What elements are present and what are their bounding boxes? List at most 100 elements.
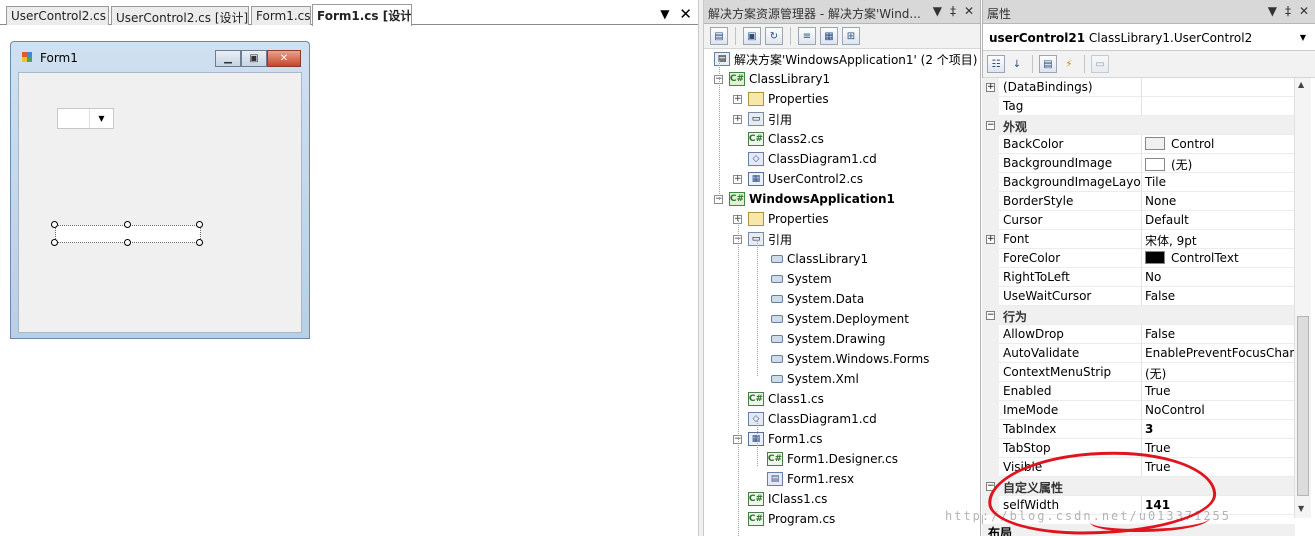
properties-icon[interactable]: ▤ [1039,55,1057,73]
form1-window[interactable]: Form1 ▁ ▣ ✕ ▼ [10,41,310,339]
property-value[interactable]: 3 [1141,420,1295,439]
property-value[interactable]: ControlText [1141,249,1295,268]
property-value[interactable]: No [1141,268,1295,287]
resize-handle-ne[interactable] [196,221,203,228]
property-value[interactable]: True [1141,382,1295,401]
combobox-control[interactable]: ▼ [57,108,114,129]
tree-item[interactable]: C# Program.cs [733,510,835,528]
property-row[interactable]: ContextMenuStrip (无) [982,363,1295,382]
resize-handle-s[interactable] [124,239,131,246]
property-value[interactable]: NoControl [1141,401,1295,420]
tree-item[interactable]: C# Class2.cs [733,130,824,148]
expander-icon[interactable]: − [986,311,995,320]
tree-item[interactable]: + ▭ 引用 [733,110,792,128]
resize-handle-nw[interactable] [51,221,58,228]
property-value[interactable]: 宋体, 9pt [1141,230,1295,249]
property-row[interactable]: ForeColor ControlText [982,249,1295,268]
resize-handle-n[interactable] [124,221,131,228]
property-value[interactable]: False [1141,287,1295,306]
property-value[interactable] [1141,97,1295,116]
view-designer-icon[interactable]: ▦ [820,27,838,45]
tree-item[interactable]: System.Data [752,290,864,308]
expander-icon[interactable]: + [986,83,995,92]
maximize-icon[interactable]: ▣ [241,50,267,67]
tree-item[interactable]: − ▭ 引用 [733,230,792,248]
show-all-files-icon[interactable]: ▣ [743,27,761,45]
property-row[interactable]: + Font 宋体, 9pt [982,230,1295,249]
property-category[interactable]: − 行为 [982,306,1295,325]
close-icon[interactable]: ✕ [964,4,974,18]
property-value[interactable]: Control [1141,135,1295,154]
tab-usercontrol2-cs[interactable]: UserControl2.cs [6,6,109,25]
dropdown-icon[interactable]: ▼ [933,4,942,18]
property-row[interactable]: BackColor Control [982,135,1295,154]
dropdown-icon[interactable]: ▼ [1268,4,1277,18]
expander-icon[interactable]: + [733,174,742,184]
property-row[interactable]: Cursor Default [982,211,1295,230]
pin-icon[interactable]: ‡ [1285,4,1291,18]
tab-form1-cs[interactable]: Form1.cs [251,6,311,25]
property-value[interactable]: Tile [1141,173,1295,192]
tree-item[interactable]: − C# ClassLibrary1 [714,70,830,88]
resize-handle-sw[interactable] [51,239,58,246]
property-value[interactable]: False [1141,325,1295,344]
tree-item[interactable]: ▤ Form1.resx [752,470,854,488]
tree-item[interactable]: System.Drawing [752,330,885,348]
view-code-icon[interactable]: ≡ [798,27,816,45]
tree-item[interactable]: ▤ 解决方案'WindowsApplication1' (2 个项目) [714,50,977,68]
close-icon[interactable]: ✕ [267,50,301,67]
property-value[interactable]: (无) [1141,154,1295,173]
properties-scrollbar[interactable]: ▲ ▼ [1294,78,1311,518]
expander-icon[interactable]: − [986,121,995,130]
tree-item[interactable]: C# Form1.Designer.cs [752,450,898,468]
expander-icon[interactable]: + [986,235,995,244]
scrollbar-thumb[interactable] [1297,316,1309,496]
tree-item[interactable]: ◇ ClassDiagram1.cd [733,150,877,168]
class-diagram-icon[interactable]: ⊞ [842,27,860,45]
property-row[interactable]: BackgroundImage (无) [982,154,1295,173]
scroll-up-icon[interactable]: ▲ [1298,80,1304,89]
tree-item[interactable]: − C# WindowsApplication1 [714,190,895,208]
minimize-icon[interactable]: ▁ [215,50,241,67]
form-client-area[interactable]: ▼ [18,72,302,333]
tab-form1-design[interactable]: Form1.cs [设计] [312,4,412,26]
property-category[interactable]: − 外观 [982,116,1295,135]
chevron-down-icon[interactable]: ▼ [1300,33,1306,42]
property-row[interactable]: Enabled True [982,382,1295,401]
property-row[interactable]: AllowDrop False [982,325,1295,344]
property-value[interactable]: True [1141,439,1295,458]
tree-item[interactable]: System.Deployment [752,310,909,328]
properties-icon[interactable]: ▤ [710,27,728,45]
property-row[interactable]: Tag [982,97,1295,116]
expander-icon[interactable]: + [733,114,742,124]
property-value[interactable]: Default [1141,211,1295,230]
alphabetical-icon[interactable]: ↓ [1008,55,1026,73]
property-pages-icon[interactable]: ▭ [1091,55,1109,73]
refresh-icon[interactable]: ↻ [765,27,783,45]
tab-list-dropdown-icon[interactable]: ▼ [660,7,669,21]
tab-usercontrol2-design[interactable]: UserControl2.cs [设计] [111,6,249,25]
tree-item[interactable]: System.Xml [752,370,859,388]
categorized-icon[interactable]: ☷ [987,55,1005,73]
tree-item[interactable]: − ▦ Form1.cs [733,430,823,448]
pin-icon[interactable]: ‡ [950,4,956,18]
form-titlebar[interactable]: Form1 ▁ ▣ ✕ [11,42,309,72]
scroll-down-icon[interactable]: ▼ [1298,504,1304,513]
property-row[interactable]: BorderStyle None [982,192,1295,211]
property-row[interactable]: AutoValidate EnablePreventFocusChang [982,344,1295,363]
tree-item[interactable]: C# IClass1.cs [733,490,827,508]
tree-item[interactable]: ◇ ClassDiagram1.cd [733,410,877,428]
chevron-down-icon[interactable]: ▼ [89,109,113,128]
object-selector[interactable]: userControl21 ClassLibrary1.UserControl2… [983,25,1315,51]
property-row[interactable]: TabIndex 3 [982,420,1295,439]
property-row[interactable]: UseWaitCursor False [982,287,1295,306]
tree-item[interactable]: C# Class1.cs [733,390,824,408]
tree-item[interactable]: + Properties [733,210,829,228]
property-value[interactable]: (无) [1141,363,1295,382]
property-value[interactable]: EnablePreventFocusChang [1141,344,1295,363]
tree-item[interactable]: + ▦ UserControl2.cs [733,170,863,188]
property-value[interactable] [1141,78,1295,97]
tree-item[interactable]: + Properties [733,90,829,108]
close-document-icon[interactable]: ✕ [679,7,692,22]
resize-handle-se[interactable] [196,239,203,246]
